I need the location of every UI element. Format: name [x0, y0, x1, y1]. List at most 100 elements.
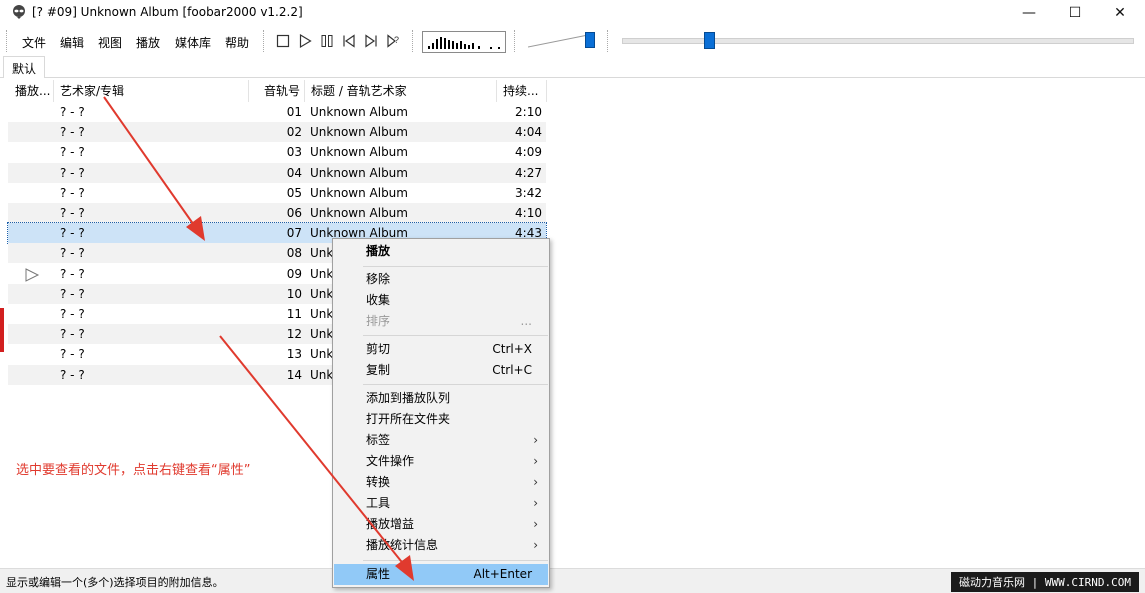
cell-artist-album: ? - ?	[60, 206, 85, 220]
column-duration[interactable]: 持续...	[497, 80, 547, 102]
cell-duration: 4:04	[515, 125, 542, 140]
cell-track-number: 02	[286, 125, 302, 140]
column-title[interactable]: 标题 / 音轨艺术家	[305, 80, 497, 102]
cell-title: Unknown Album	[310, 206, 408, 220]
pause-icon	[321, 35, 333, 47]
tab-default[interactable]: 默认	[3, 56, 46, 78]
spectrum-bar	[468, 45, 470, 49]
menu-item-add-to-queue[interactable]: 添加到播放队列	[334, 388, 548, 409]
next-icon	[365, 34, 377, 48]
toolbar-grip[interactable]	[412, 30, 414, 52]
cell-track-number: 05	[286, 185, 302, 200]
cell-track-number: 07	[286, 226, 302, 241]
column-playing[interactable]: 播放...	[8, 80, 54, 102]
cell-artist-album: ? - ?	[60, 226, 85, 241]
pause-button[interactable]	[318, 32, 336, 50]
submenu-arrow-icon: ›	[533, 538, 538, 552]
toolbar-grip[interactable]	[607, 30, 609, 52]
spectrum-bar	[428, 46, 430, 49]
menu-file[interactable]: 文件	[22, 34, 46, 51]
cell-artist-album: ? - ?	[60, 185, 85, 200]
menu-item-copy[interactable]: 复制 Ctrl+C	[334, 360, 548, 381]
play-button[interactable]	[296, 32, 314, 50]
play-icon	[299, 33, 312, 49]
stop-icon	[276, 34, 290, 48]
menu-item-tags[interactable]: 标签 ›	[334, 430, 548, 451]
cell-track-number: 10	[286, 286, 302, 301]
table-row[interactable]: ? - ? 03 Unknown Album 4:09	[8, 142, 546, 162]
menu-item-remove[interactable]: 移除	[334, 269, 548, 290]
submenu-arrow-icon: ›	[533, 496, 538, 510]
menu-item-collect[interactable]: 收集	[334, 290, 548, 311]
volume-thumb[interactable]	[585, 32, 595, 48]
column-track-number[interactable]: 音轨号	[249, 80, 305, 102]
cell-track-number: 09	[286, 266, 302, 281]
spectrum-visualisation[interactable]	[422, 31, 506, 53]
cell-track-number: 04	[286, 165, 302, 180]
menu-library[interactable]: 媒体库	[175, 34, 211, 51]
submenu-arrow-icon: ›	[533, 454, 538, 468]
cell-artist-album: ? - ?	[60, 266, 85, 281]
window-title: [? #09] Unknown Album [foobar2000 v1.2.2…	[32, 5, 303, 19]
cell-track-number: 14	[286, 367, 302, 382]
toolbar-grip[interactable]	[6, 30, 8, 52]
column-artist-album[interactable]: 艺术家/专辑	[54, 80, 249, 102]
stop-button[interactable]	[274, 32, 292, 50]
menu-item-play[interactable]: 播放	[334, 241, 548, 262]
table-row[interactable]: ? - ? 02 Unknown Album 4:04	[8, 122, 546, 143]
table-row[interactable]: ? - ? 01 Unknown Album 2:10	[8, 102, 546, 122]
table-row[interactable]: ? - ? 06 Unknown Album 4:10	[8, 203, 546, 223]
seek-thumb[interactable]	[704, 32, 715, 49]
title-bar: [? #09] Unknown Album [foobar2000 v1.2.2…	[0, 0, 1145, 26]
menu-help[interactable]: 帮助	[225, 34, 249, 51]
minimize-button[interactable]: —	[1006, 0, 1052, 26]
menu-item-open-folder[interactable]: 打开所在文件夹	[334, 409, 548, 430]
cell-title: Unknown Album	[310, 125, 408, 140]
playlist-tabs: 默认	[0, 56, 1145, 78]
spectrum-bar	[448, 40, 450, 49]
random-button[interactable]: ?	[384, 32, 402, 50]
cell-track-number: 06	[286, 206, 302, 220]
menu-item-properties[interactable]: 属性 Alt+Enter	[334, 564, 548, 585]
playlist-header: 播放... 艺术家/专辑 音轨号 标题 / 音轨艺术家 持续...	[8, 80, 548, 102]
cell-track-number: 12	[286, 327, 302, 342]
random-icon: ?	[387, 34, 399, 48]
submenu-arrow-icon: ›	[533, 433, 538, 447]
menu-item-convert[interactable]: 转换 ›	[334, 472, 548, 493]
toolbar-grip[interactable]	[514, 30, 516, 52]
cell-artist-album: ? - ?	[60, 307, 85, 321]
cell-artist-album: ? - ?	[60, 165, 85, 180]
menu-item-file-operations[interactable]: 文件操作 ›	[334, 451, 548, 472]
cell-duration: 2:10	[515, 105, 542, 119]
status-bar: 显示或编辑一个(多个)选择项目的附加信息。 磁动力音乐网 | WWW.CIRND…	[0, 568, 1145, 593]
menu-item-tools[interactable]: 工具 ›	[334, 493, 548, 514]
spectrum-bar	[452, 41, 454, 49]
cell-artist-album: ? - ?	[60, 327, 85, 342]
cell-title: Unknown Album	[310, 165, 408, 180]
cell-title: Unknown Album	[310, 185, 408, 200]
cell-title: Unknown Album	[310, 145, 408, 160]
menu-edit[interactable]: 编辑	[60, 34, 84, 51]
menu-item-replaygain[interactable]: 播放增益 ›	[334, 514, 548, 535]
table-row[interactable]: ? - ? 05 Unknown Album 3:42	[8, 183, 546, 203]
menu-separator	[363, 384, 548, 385]
menu-playback[interactable]: 播放	[136, 34, 160, 51]
table-row[interactable]: ? - ? 04 Unknown Album 4:27	[8, 162, 546, 183]
menu-view[interactable]: 视图	[98, 34, 122, 51]
next-button[interactable]	[362, 32, 380, 50]
cell-artist-album: ? - ?	[60, 367, 85, 382]
spectrum-bar	[464, 44, 466, 49]
submenu-arrow-icon: ›	[533, 517, 538, 531]
cell-artist-album: ? - ?	[60, 125, 85, 140]
maximize-button[interactable]: ☐	[1052, 0, 1098, 26]
seek-bar[interactable]	[622, 38, 1134, 44]
menu-separator	[363, 335, 548, 336]
close-button[interactable]: ✕	[1097, 0, 1143, 26]
menu-item-cut[interactable]: 剪切 Ctrl+X	[334, 339, 548, 360]
menu-item-sort[interactable]: 排序...	[334, 311, 548, 332]
previous-button[interactable]	[340, 32, 358, 50]
toolbar-grip[interactable]	[263, 30, 265, 52]
menu-item-playback-statistics[interactable]: 播放统计信息 ›	[334, 535, 548, 556]
playlist-view[interactable]: 播放... 艺术家/专辑 音轨号 标题 / 音轨艺术家 持续... ? - ? 0…	[7, 80, 1133, 565]
context-menu: 播放 移除 收集 排序... 剪切 Ctrl+X 复制 Ctrl+C 添加到播放队列…	[332, 238, 550, 588]
